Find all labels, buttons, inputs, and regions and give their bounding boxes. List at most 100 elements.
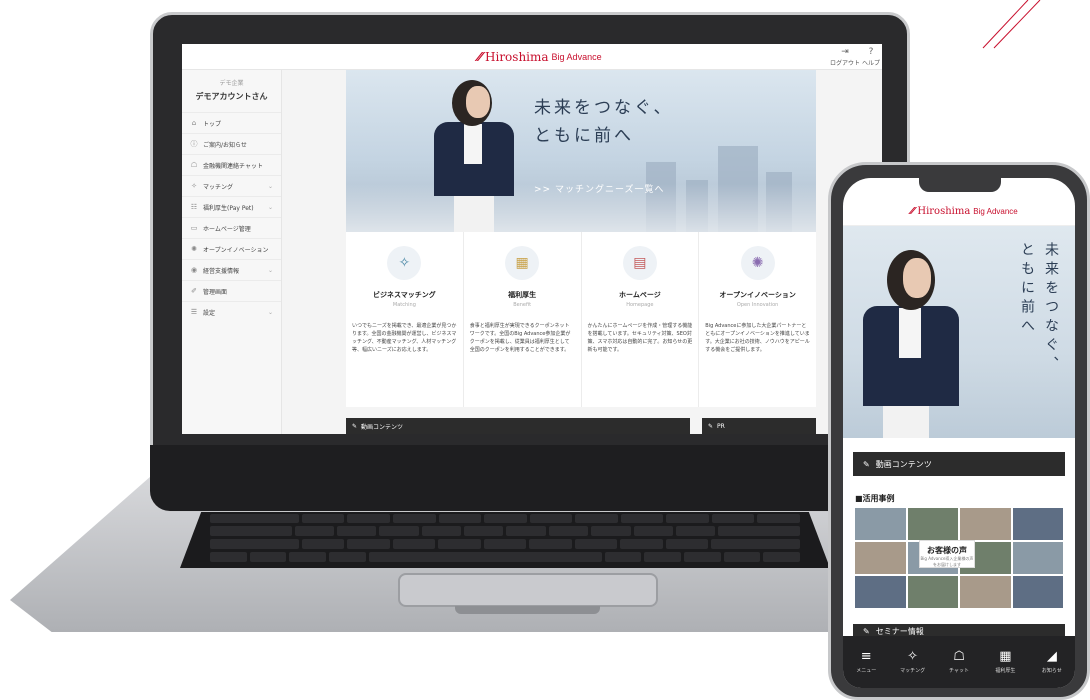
sidebar-item[interactable]: ☷ 福利厚生(Pay Pet) ⌄ (182, 196, 281, 217)
tab-label: 福利厚生 (995, 668, 1016, 674)
service-card[interactable]: ✺ オープンイノベーション Open Innovation Big Advanceに参… (699, 232, 816, 407)
hero-person (464, 124, 482, 164)
handshake-icon: ✧ (907, 649, 919, 664)
service-card-title: ホームページ (619, 291, 661, 299)
gift-icon: ▦ (505, 246, 540, 280)
case-photo (960, 508, 1011, 540)
chat-icon: ☖ (953, 649, 965, 664)
account-name: デモアカウントさん (195, 92, 268, 101)
chevron-down-icon: ⌄ (267, 203, 273, 211)
sidebar-item-label: 経営支援情報 (203, 267, 240, 275)
pin-icon: ✎ (352, 422, 358, 430)
service-card[interactable]: ▤ ホームページ Homepage かんたんにホームページを作成・管理する機能を搭載し… (582, 232, 700, 407)
phone-notch (919, 178, 1001, 192)
case-photo (855, 508, 906, 540)
service-card[interactable]: ▦ 福利厚生 Benefit 食事と福利厚生が実現できるクーポンネットワークです。全国… (464, 232, 582, 407)
hero-person (466, 86, 490, 118)
sidebar-item-label: オープンイノベーション (203, 246, 269, 254)
menu-icon: ≡ (860, 649, 872, 664)
handshake-icon: ✧ (191, 182, 197, 190)
hero-person (903, 258, 931, 298)
case-photo (1012, 508, 1063, 540)
sidebar-item-label: 管理画面 (203, 288, 228, 296)
tab-label: チャット (949, 668, 969, 674)
tab-menu[interactable]: ≡ メニュー (843, 636, 889, 688)
sidebar-item[interactable]: ☖ 金融機関連絡チャット (182, 154, 281, 175)
sidebar-item-label: ホームページ管理 (203, 225, 251, 233)
section-video[interactable]: ✎ 動画コンテンツ (346, 418, 690, 434)
cases-label: ■活用事例 (855, 494, 895, 503)
gift-icon: ▦ (999, 649, 1012, 664)
megaphone-icon: ◢ (1046, 649, 1057, 664)
laptop-touchpad (398, 573, 658, 607)
sidebar-item-label: トップ (203, 120, 222, 128)
home-icon: ⌂ (191, 119, 197, 127)
tab-megaphone[interactable]: ◢ お知らせ (1029, 636, 1075, 688)
phone-hero-title: 未来をつなぐ、 (1043, 242, 1059, 375)
laptop-screen: ⁄⁄ Hiroshima Big Advance ⇥ ログアウト ? ヘルプ デ… (182, 44, 882, 434)
section-pr[interactable]: ✎ PR (702, 418, 816, 434)
bulb-icon: ✺ (740, 246, 775, 280)
homepage-icon: ▭ (190, 224, 198, 232)
service-card-title: オープンイノベーション (719, 291, 796, 299)
help-button[interactable]: ? ヘルプ (862, 47, 880, 67)
tab-label: メニュー (856, 668, 877, 674)
brand-logo[interactable]: ⁄⁄ Hiroshima Big Advance (478, 50, 602, 64)
pin-icon: ✎ (863, 459, 870, 469)
info-icon: ⓘ (190, 140, 198, 148)
account-company: デモ企業 (219, 80, 244, 87)
pin-icon: ✎ (863, 626, 870, 636)
case-photo (907, 576, 958, 608)
help-icon: ? (868, 47, 874, 57)
logout-button[interactable]: ⇥ ログアウト (830, 47, 860, 67)
service-cards: ✧ ビジネスマッチング Matching いつでもニーズを掲載でき、最適企業が見つかり… (346, 232, 816, 407)
service-card-title: ビジネスマッチング (372, 291, 436, 299)
sidebar-item-label: マッチング (203, 183, 234, 191)
sidebar-item[interactable]: ⌂ トップ (182, 112, 281, 133)
phone-section-video[interactable]: ✎ 動画コンテンツ (853, 452, 1065, 476)
service-card-subtitle: Matching (392, 302, 416, 308)
chevron-down-icon: ⌄ (267, 308, 273, 316)
tab-handshake[interactable]: ✧ マッチング (889, 636, 935, 688)
sidebar-item[interactable]: ⓘ ご案内/お知らせ (182, 133, 281, 154)
service-card-description: Big Advanceに参加した大企業パートナーとともにオープンイノベーションを… (705, 323, 810, 353)
sidebar-item-label: 福利厚生(Pay Pet) (203, 204, 254, 212)
brand-mark-icon: ⁄⁄ (911, 206, 915, 217)
case-photo (1012, 542, 1063, 574)
chat-icon: ☖ (190, 161, 198, 169)
service-card[interactable]: ✧ ビジネスマッチング Matching いつでもニーズを掲載でき、最適企業が見つかり… (346, 232, 464, 407)
bulb-icon: ✺ (191, 245, 197, 253)
chevron-down-icon: ⌄ (267, 182, 273, 190)
brand-logo[interactable]: ⁄⁄ Hiroshima Big Advance (911, 206, 1018, 217)
phone-screen: ⁄⁄ Hiroshima Big Advance 未来をつなぐ、 ともに前へ ✎… (843, 178, 1075, 688)
sidebar-item-label: ご案内/お知らせ (203, 141, 247, 149)
sidebar-item[interactable]: ✺ オープンイノベーション (182, 238, 281, 259)
tab-chat[interactable]: ☖ チャット (936, 636, 982, 688)
sidebar-item[interactable]: ▭ ホームページ管理 (182, 217, 281, 238)
admin-icon: ✐ (191, 287, 197, 295)
laptop-bezel (150, 445, 910, 511)
logout-icon: ⇥ (841, 47, 849, 57)
app-header: ⁄⁄ Hiroshima Big Advance ⇥ ログアウト ? ヘルプ (182, 44, 882, 70)
phone-tab-bar: ≡ メニュー ✧ マッチング ☖ チャット ▦ 福利厚生 ◢ お知らせ (843, 636, 1075, 688)
hero-person (899, 308, 921, 358)
sidebar-item[interactable]: ☰ 設定 ⌄ (182, 301, 281, 322)
tab-gift[interactable]: ▦ 福利厚生 (982, 636, 1028, 688)
service-card-subtitle: Homepage (626, 302, 654, 308)
matching-needs-link[interactable]: >> マッチングニーズ一覧へ (534, 182, 665, 195)
phone-header: ⁄⁄ Hiroshima Big Advance (843, 200, 1075, 226)
sidebar-item[interactable]: ✧ マッチング ⌄ (182, 175, 281, 196)
service-card-description: 食事と福利厚生が実現できるクーポンネットワークです。全国のBig Advance… (469, 323, 571, 353)
case-photo (960, 576, 1011, 608)
chevron-down-icon: ⌄ (267, 266, 273, 274)
sidebar-item[interactable]: ✐ 管理画面 (182, 280, 281, 301)
customer-voice-badge[interactable]: お客様の声 Big Advance導入企業様の声をお届けします (919, 540, 975, 568)
sidebar-item[interactable]: ◉ 経営支援情報 ⌄ (182, 259, 281, 280)
sidebar-item-label: 設定 (203, 309, 216, 317)
phone-hero-title: ともに前へ (1019, 242, 1035, 337)
settings-icon: ☰ (190, 308, 198, 316)
support-icon: ◉ (190, 266, 198, 274)
pin-icon: ✎ (708, 422, 714, 430)
service-card-description: かんたんにホームページを作成・管理する機能を搭載しています。セキュリティ対策、S… (587, 323, 693, 353)
service-card-title: 福利厚生 (508, 291, 537, 299)
